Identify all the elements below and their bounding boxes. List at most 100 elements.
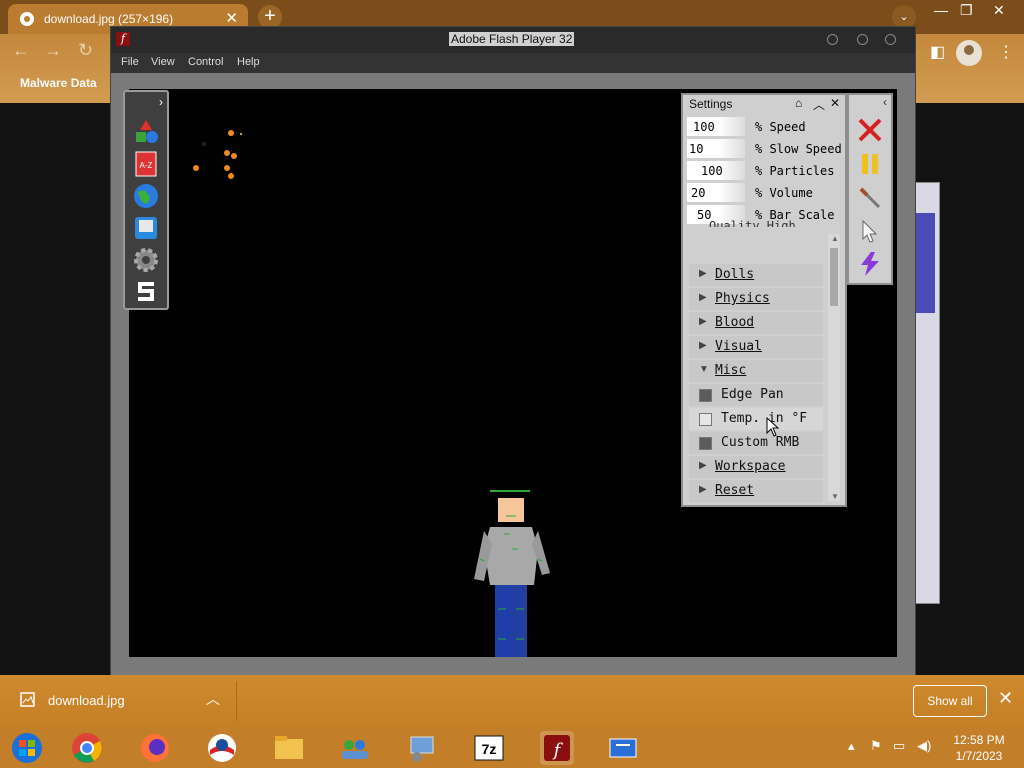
pause-icon[interactable]	[857, 151, 883, 177]
network-icon[interactable]: ▭	[893, 738, 905, 754]
speed-input[interactable]: 100	[687, 117, 745, 136]
home-icon[interactable]: ⌂	[795, 96, 802, 110]
speed-value: 100	[693, 120, 715, 134]
group-reset-label: Reset	[715, 483, 755, 498]
clock-date: 1/7/2023	[955, 749, 1003, 763]
slow-speed-input[interactable]: 10	[687, 139, 745, 158]
system-clock[interactable]: 12:58 PM 1/7/2023	[944, 732, 1014, 764]
shapes-icon[interactable]	[132, 118, 160, 146]
temp-f-label: Temp. in °F	[721, 411, 808, 426]
volume-icon[interactable]: ◀)	[917, 738, 931, 754]
delete-x-icon[interactable]	[857, 117, 883, 143]
sidepanel-icon[interactable]: ◧	[930, 42, 945, 62]
scroll-up-icon[interactable]: ▲	[831, 234, 839, 243]
bookmark-malware-data[interactable]: Malware Data	[20, 76, 97, 90]
group-misc[interactable]: ▼ Misc	[689, 360, 823, 382]
menu-file[interactable]: File	[121, 56, 139, 68]
tray-expand-icon[interactable]: ▴	[848, 738, 855, 754]
knife-icon[interactable]	[857, 185, 883, 211]
toolbox-panel: › A-Z	[123, 90, 169, 310]
edge-pan-checkbox[interactable]	[699, 389, 712, 402]
ragdoll-figure[interactable]	[472, 489, 562, 657]
menu-help[interactable]: Help	[237, 56, 260, 68]
toolbox-collapse-icon[interactable]: ›	[159, 95, 163, 109]
panel-back-icon[interactable]: ‹	[883, 95, 887, 109]
menu-view[interactable]: View	[151, 56, 175, 68]
flash-window-title: Adobe Flash Player 32	[449, 32, 575, 46]
flash-player-window: f Adobe Flash Player 32 File View Contro…	[110, 26, 916, 676]
network-users-icon[interactable]	[338, 731, 372, 765]
flash-minimize-button[interactable]	[827, 34, 838, 45]
temp-f-checkbox[interactable]	[699, 413, 712, 426]
collapse-up-icon[interactable]: ︿	[813, 96, 825, 113]
settings-close-icon[interactable]: ✕	[830, 96, 840, 110]
ragdoll-left-leg	[495, 585, 511, 657]
group-reset[interactable]: ▶ Reset	[689, 480, 823, 502]
cursor-tool-icon[interactable]	[857, 219, 883, 245]
system-setup-icon[interactable]	[405, 731, 439, 765]
mouse-cursor-icon	[766, 417, 780, 437]
download-options-chevron-icon[interactable]: ︿	[206, 689, 220, 709]
image-file-icon	[20, 692, 35, 707]
svg-text:7z: 7z	[482, 741, 497, 757]
show-all-button[interactable]: Show all	[913, 685, 987, 717]
custom-rmb-checkbox[interactable]	[699, 437, 712, 450]
remote-desktop-icon[interactable]	[606, 731, 640, 765]
check-edge-pan[interactable]: Edge Pan	[689, 384, 823, 406]
ragdoll-torso	[484, 527, 538, 585]
7zip-icon[interactable]: 7z	[472, 731, 506, 765]
volume-input[interactable]: 20	[687, 183, 745, 202]
back-icon[interactable]: ←	[12, 40, 30, 61]
group-blood[interactable]: ▶ Blood	[689, 312, 823, 334]
background-window[interactable]	[914, 182, 940, 604]
edge-pan-label: Edge Pan	[721, 387, 784, 402]
scrollbar-thumb[interactable]	[830, 248, 838, 306]
check-custom-rmb[interactable]: Custom RMB	[689, 432, 823, 454]
quality-setting-clipped: Quality High	[709, 219, 796, 227]
flash-menu-bar: File View Control Help	[111, 53, 915, 73]
save-icon[interactable]	[132, 214, 160, 242]
action-tools-panel: ‹	[847, 93, 893, 285]
check-temp-f[interactable]: Temp. in °F	[689, 408, 823, 430]
download-bar-close-icon[interactable]: ✕	[998, 688, 1013, 709]
expand-arrow-icon: ▶	[699, 316, 707, 327]
flash-player-icon[interactable]: f	[540, 731, 574, 765]
obama-logo-icon[interactable]	[205, 731, 239, 765]
menu-control[interactable]: Control	[188, 56, 223, 68]
lightning-icon[interactable]	[857, 251, 883, 277]
a-z-book-icon[interactable]: A-Z	[132, 150, 160, 178]
group-workspace[interactable]: ▶ Workspace	[689, 456, 823, 478]
collapse-arrow-icon: ▼	[699, 364, 709, 375]
group-physics[interactable]: ▶ Physics	[689, 288, 823, 310]
file-explorer-icon[interactable]	[272, 731, 306, 765]
action-center-flag-icon[interactable]: ⚑	[870, 738, 882, 754]
profile-avatar-icon[interactable]	[956, 40, 982, 66]
tab-close-button[interactable]: ✕	[225, 9, 238, 27]
flash-maximize-button[interactable]	[857, 34, 868, 45]
reload-icon[interactable]: ↻	[78, 40, 93, 61]
gear-icon[interactable]	[132, 246, 160, 274]
particles-input[interactable]: 100	[687, 161, 745, 180]
settings-scrollbar[interactable]: ▲ ▼	[828, 234, 840, 501]
globe-icon[interactable]	[132, 182, 160, 210]
group-misc-label: Misc	[715, 363, 747, 378]
tab-title: download.jpg (257×196)	[44, 12, 174, 26]
group-visual[interactable]: ▶ Visual	[689, 336, 823, 358]
group-dolls-label: Dolls	[715, 267, 755, 282]
scroll-down-icon[interactable]: ▼	[831, 492, 839, 501]
chrome-icon[interactable]	[70, 731, 104, 765]
windows-start-icon[interactable]	[10, 731, 44, 765]
flash-close-button[interactable]	[885, 34, 896, 45]
group-dolls[interactable]: ▶ Dolls	[689, 264, 823, 286]
forward-icon[interactable]: →	[44, 40, 62, 61]
minimize-button[interactable]: —	[934, 2, 948, 18]
flash-titlebar[interactable]: f Adobe Flash Player 32	[111, 27, 915, 53]
settings-category-list: ▶ Dolls ▶ Physics ▶ Blood ▶ Visual ▼ Misc Edg…	[689, 234, 823, 502]
s-logo-icon[interactable]	[132, 278, 160, 306]
download-file-name[interactable]: download.jpg	[48, 693, 125, 708]
menu-kebab-icon[interactable]: ⋮	[998, 42, 1014, 62]
firefox-icon[interactable]	[138, 731, 172, 765]
restore-button[interactable]: ❐	[960, 2, 973, 19]
group-visual-label: Visual	[715, 339, 762, 354]
close-window-button[interactable]: ✕	[993, 2, 1005, 19]
